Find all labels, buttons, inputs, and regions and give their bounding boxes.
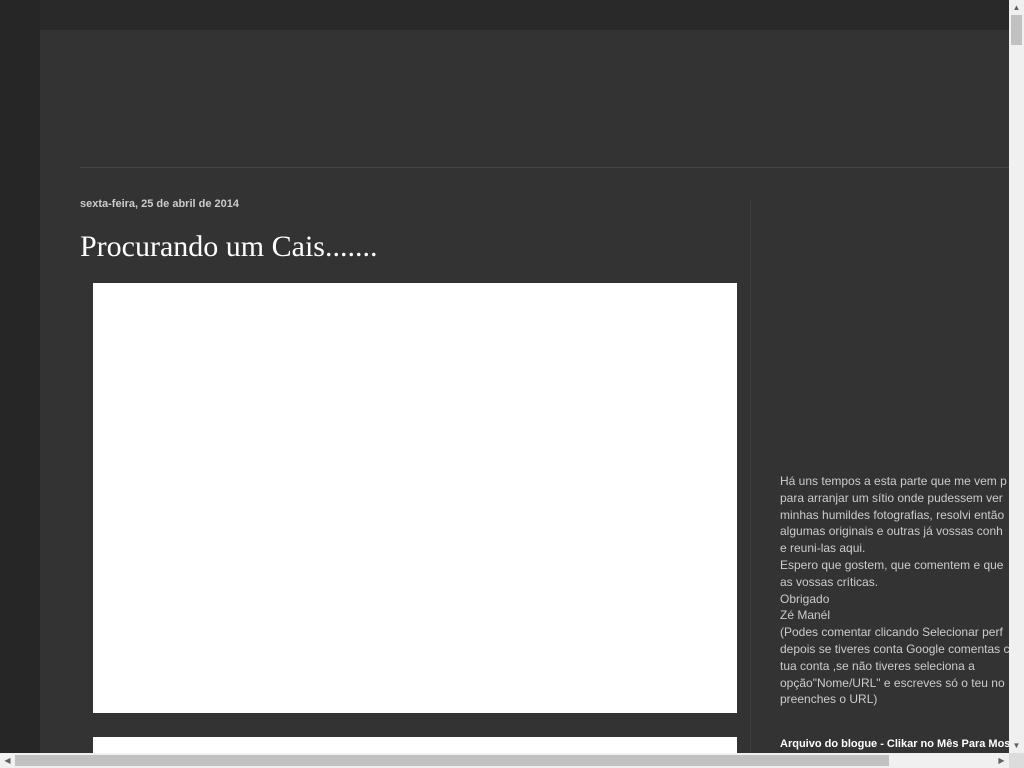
about-line: opção"Nome/URL" e escreves só o teu no xyxy=(780,675,1005,690)
about-line: algumas originais e outras já vossas con… xyxy=(780,524,1003,539)
post-photo[interactable] xyxy=(93,283,737,713)
about-line: depois se tiveres conta Google comentas … xyxy=(780,641,1009,656)
scrollbar-corner xyxy=(1009,753,1024,768)
post-date: sexta-feira, 25 de abril de 2014 xyxy=(80,198,239,210)
scroll-up-icon[interactable]: ▲ xyxy=(1009,0,1024,15)
vertical-scrollbar[interactable]: ▲ ▼ xyxy=(1009,0,1024,753)
column-divider xyxy=(750,200,751,753)
archive-title-line: Arquivo do blogue - Clikar no Mês Para M… xyxy=(780,738,1009,750)
outer-background xyxy=(0,0,40,768)
top-bar xyxy=(0,0,1009,30)
about-line: as vossas críticas. xyxy=(780,574,879,589)
blog-page: sexta-feira, 25 de abril de 2014 Procura… xyxy=(40,30,1009,753)
horizontal-scroll-thumb[interactable] xyxy=(15,755,889,766)
about-line: preenches o URL) xyxy=(780,692,878,707)
post-title[interactable]: Procurando um Cais....... xyxy=(80,230,377,264)
about-line: (Podes comentar clicando Selecionar perf xyxy=(780,625,1003,640)
header-divider xyxy=(80,167,1009,168)
about-line: Espero que gostem, que comentem e que xyxy=(780,557,1004,572)
horizontal-scrollbar[interactable]: ◀ ▶ xyxy=(0,753,1009,768)
about-line: minhas humildes fotografias, resolvi ent… xyxy=(780,507,1005,522)
about-line: e reuni-las aqui. xyxy=(780,541,866,556)
about-line: para arranjar um sítio onde pudessem ver xyxy=(780,490,1003,505)
about-line: Há uns tempos a esta parte que me vem p xyxy=(780,474,1007,488)
vertical-scroll-thumb[interactable] xyxy=(1011,15,1022,45)
about-line: tua conta ,se não tiveres seleciona a xyxy=(780,658,975,673)
scroll-left-icon[interactable]: ◀ xyxy=(0,753,15,768)
about-line: Zé Manél xyxy=(780,608,831,623)
scroll-down-icon[interactable]: ▼ xyxy=(1009,738,1024,753)
scroll-right-icon[interactable]: ▶ xyxy=(994,753,1009,768)
post-photo-2[interactable] xyxy=(93,737,737,753)
about-line: Obrigado xyxy=(780,591,830,606)
sidebar-about-text: Há uns tempos a esta parte que me vem p … xyxy=(780,473,1009,708)
archive-widget-title: Arquivo do blogue - Clikar no Mês Para M… xyxy=(780,737,1009,753)
